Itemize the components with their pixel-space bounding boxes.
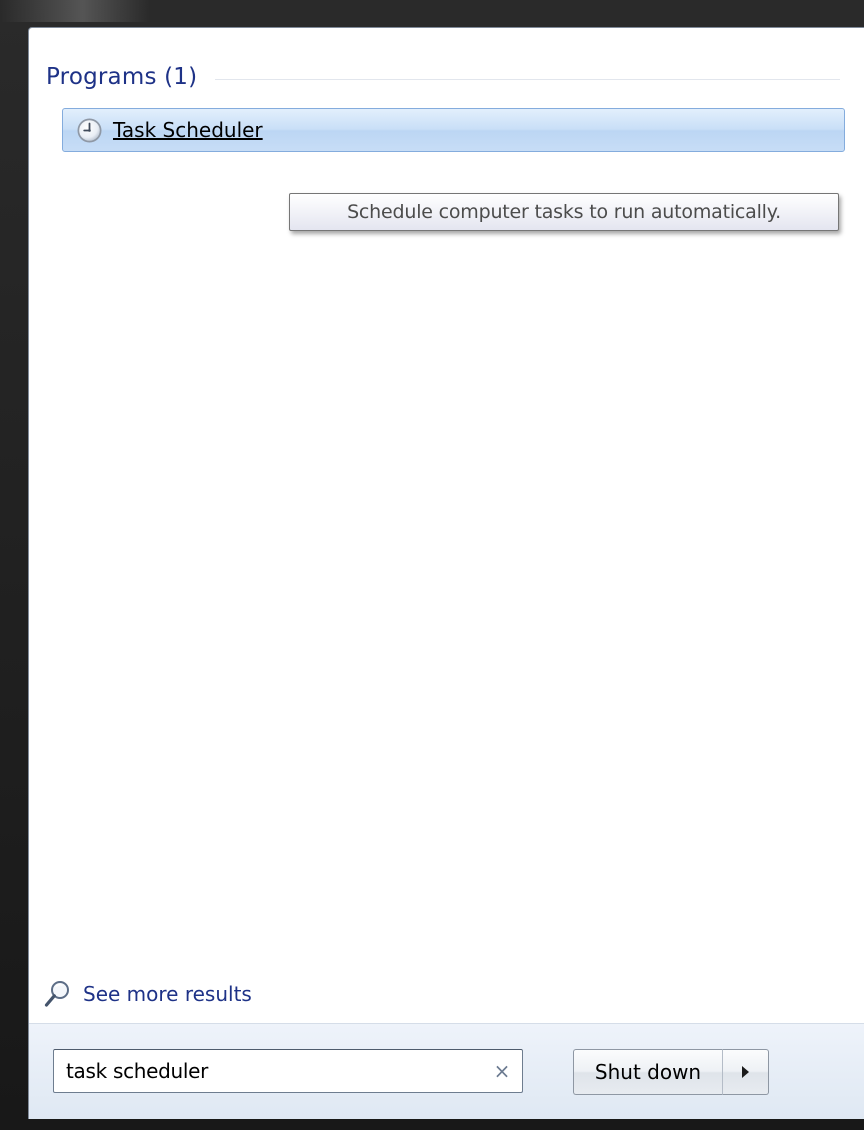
clear-search-button[interactable]: × xyxy=(482,1051,522,1091)
power-button-group: Shut down xyxy=(573,1049,769,1095)
search-input[interactable] xyxy=(54,1051,482,1091)
frame-glow xyxy=(0,0,150,22)
triangle-right-icon xyxy=(742,1066,749,1078)
search-box: × xyxy=(53,1049,523,1093)
group-divider xyxy=(215,78,840,80)
programs-group-title: Programs (1) xyxy=(46,64,198,90)
programs-group-header: Programs (1) xyxy=(46,60,840,94)
result-item-label: Task Scheduler xyxy=(113,118,263,142)
magnifier-icon xyxy=(43,979,71,1009)
close-icon: × xyxy=(493,1059,511,1083)
see-more-results-label: See more results xyxy=(83,982,252,1006)
tooltip-text: Schedule computer tasks to run automatic… xyxy=(347,201,781,223)
power-options-button[interactable] xyxy=(723,1049,769,1095)
start-menu-panel: Programs (1) Task Scheduler Schedule com… xyxy=(28,27,864,1119)
clock-icon xyxy=(76,117,103,144)
shut-down-button[interactable]: Shut down xyxy=(573,1049,723,1095)
search-power-pane: × Shut down xyxy=(29,1023,864,1119)
see-more-results-link[interactable]: See more results xyxy=(43,978,252,1010)
result-item-task-scheduler[interactable]: Task Scheduler xyxy=(62,108,845,152)
start-menu-frame: Programs (1) Task Scheduler Schedule com… xyxy=(0,0,864,1130)
result-tooltip: Schedule computer tasks to run automatic… xyxy=(289,193,839,231)
